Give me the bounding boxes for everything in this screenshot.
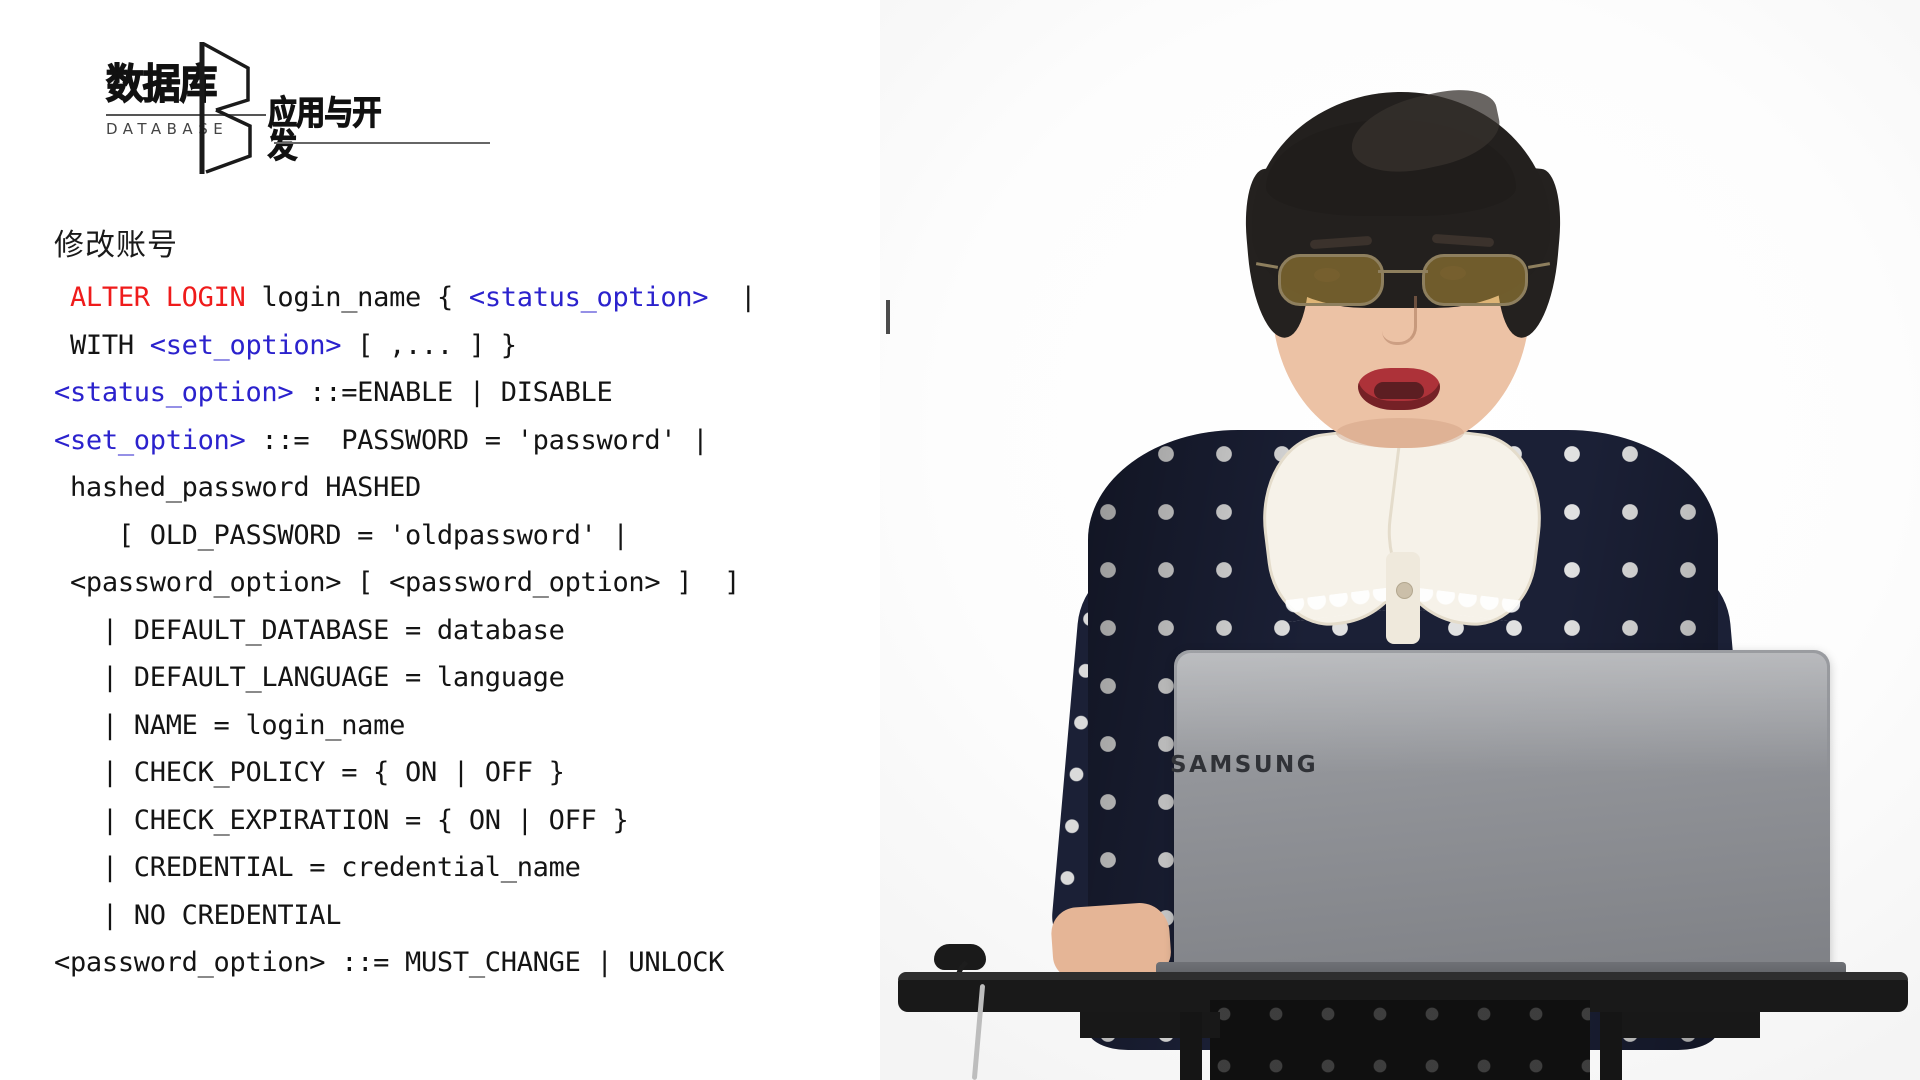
code-token-default: login_name { — [245, 282, 469, 313]
sql-syntax-code-block: ALTER LOGIN login_name { <status_option>… — [54, 274, 954, 987]
code-token-placeholder: <set_option> — [149, 329, 342, 361]
code-token-default: <password_option> ::= MUST_CHANGE | UNLO… — [54, 947, 725, 978]
lace-collar — [1252, 423, 1552, 644]
code-line: hashed_password HASHED — [54, 464, 954, 512]
laptop-brand-label: SAMSUNG — [1170, 752, 1319, 778]
code-line: ALTER LOGIN login_name { <status_option>… — [54, 274, 954, 322]
code-token-default: [ OLD_PASSWORD = 'oldpassword' | — [54, 519, 629, 551]
right-lens — [1422, 254, 1528, 306]
lower-garment — [1210, 1000, 1590, 1080]
code-token-default: ::=ENABLE | DISABLE — [293, 377, 613, 408]
podium-right-brace — [1620, 1012, 1760, 1038]
course-logo: 数据库 DATABASE 应用与开发 — [78, 42, 490, 184]
code-token-default: hashed_password HASHED — [54, 472, 421, 503]
code-token-default: | — [708, 282, 757, 313]
chin-shadow — [1336, 418, 1464, 448]
code-token-default: | CHECK_EXPIRATION = { ON | OFF } — [54, 804, 629, 836]
code-line: | DEFAULT_LANGUAGE = language — [54, 654, 954, 702]
left-lens — [1278, 254, 1384, 306]
code-token-default: | CREDENTIAL = credential_name — [54, 852, 581, 883]
podium-right-leg — [1600, 1012, 1622, 1080]
code-line: <password_option> ::= MUST_CHANGE | UNLO… — [54, 939, 954, 987]
code-line: <set_option> ::= PASSWORD = 'password' | — [54, 417, 954, 465]
left-hand — [1049, 900, 1173, 982]
code-line: | DEFAULT_DATABASE = database — [54, 607, 954, 655]
code-token-placeholder: <status_option> — [54, 377, 294, 408]
code-token-default: [ ,... ] } — [341, 329, 517, 361]
slide-heading: 修改账号 — [54, 228, 178, 263]
code-token-default: <password_option> [ <password_option> ] … — [54, 567, 741, 598]
code-line: | NO CREDENTIAL — [54, 892, 954, 940]
code-token-default: | NO CREDENTIAL — [54, 899, 342, 931]
course-logo-subtitle-cn: 应用与开发 — [267, 93, 382, 165]
code-token-default: | DEFAULT_DATABASE = database — [54, 614, 565, 646]
code-line: | CHECK_EXPIRATION = { ON | OFF } — [54, 797, 954, 845]
code-token-default: ::= PASSWORD = 'password' | — [245, 424, 709, 456]
slide-stage: 数据库 DATABASE 应用与开发 中国大学MOOC 修改账号 ALTER L… — [0, 0, 1920, 1080]
code-line: WITH <set_option> [ ,... ] } — [54, 322, 954, 370]
presenter-video: SAMSUNG — [880, 0, 1920, 1080]
code-token-placeholder: <status_option> — [468, 282, 709, 313]
code-line: <password_option> [ <password_option> ] … — [54, 559, 954, 607]
code-line: <status_option> ::=ENABLE | DISABLE — [54, 369, 954, 417]
code-token-default: | CHECK_POLICY = { ON | OFF } — [54, 757, 565, 788]
nose — [1382, 296, 1417, 345]
code-token-default: | NAME = login_name — [54, 709, 406, 741]
code-token-placeholder: <set_option> — [54, 424, 246, 456]
code-token-default: | DEFAULT_LANGUAGE = language — [54, 662, 565, 693]
slide-content: 修改账号 ALTER LOGIN login_name { <status_op… — [54, 228, 954, 987]
code-line: | CREDENTIAL = credential_name — [54, 844, 954, 892]
course-logo-subtitle-divider — [274, 142, 490, 144]
laptop-lid — [1174, 650, 1830, 980]
collar-button — [1396, 582, 1413, 599]
code-line: | NAME = login_name — [54, 702, 954, 750]
code-line: | CHECK_POLICY = { ON | OFF } — [54, 749, 954, 797]
code-token-keyword: ALTER LOGIN — [69, 282, 246, 313]
code-line: [ OLD_PASSWORD = 'oldpassword' | — [54, 512, 954, 560]
code-token-default — [54, 282, 70, 313]
podium-tabletop-edge — [898, 972, 1908, 980]
glasses-bridge — [1378, 270, 1428, 273]
mouth-opening — [1374, 382, 1424, 399]
code-token-default: WITH — [54, 329, 150, 361]
podium-left-leg — [1180, 1012, 1202, 1080]
